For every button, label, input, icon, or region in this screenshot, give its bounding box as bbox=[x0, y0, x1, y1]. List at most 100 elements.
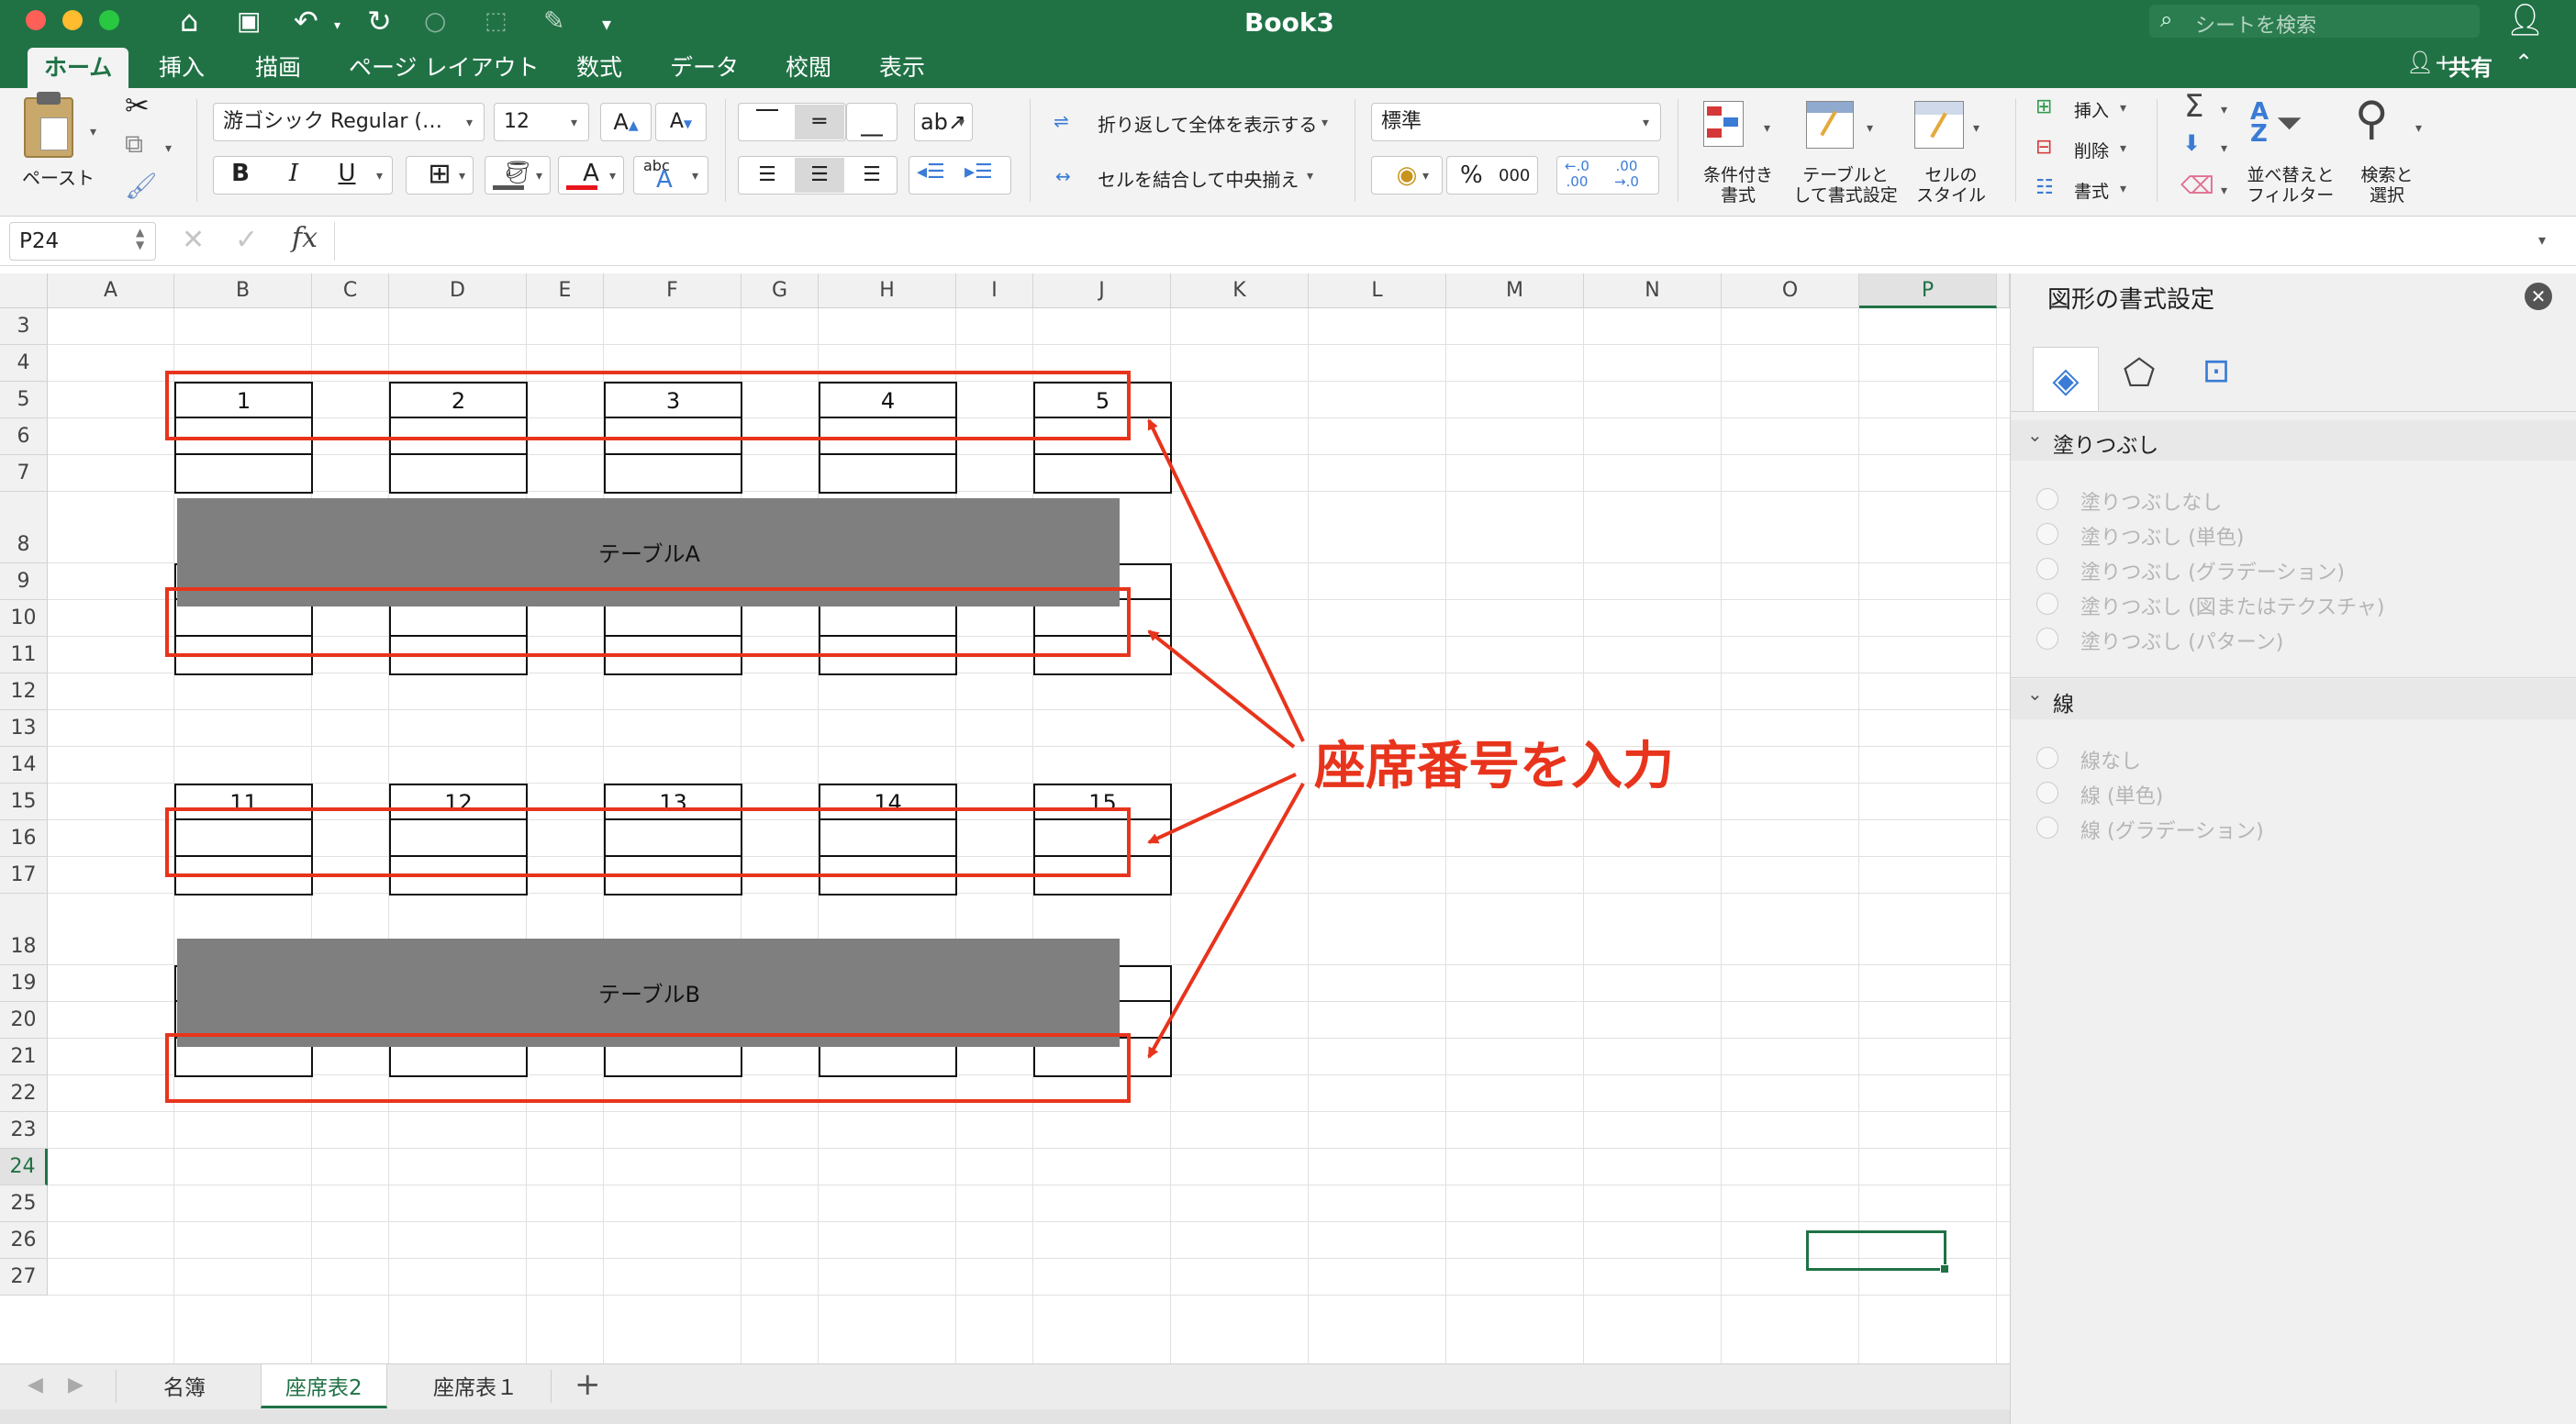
close-panel-button[interactable]: ✕ bbox=[2525, 283, 2552, 310]
undo-dropdown-icon[interactable]: ▾ bbox=[334, 7, 340, 44]
sort-filter-button[interactable]: 並べ替えと フィルター bbox=[2243, 165, 2338, 206]
shape-icon[interactable]: ○ bbox=[424, 3, 446, 39]
sheet-tab-meibo[interactable]: 名簿 bbox=[139, 1364, 229, 1408]
tab-page-layout[interactable]: ページ レイアウト bbox=[332, 48, 555, 88]
radio-button[interactable] bbox=[2036, 593, 2058, 615]
fill-section-header[interactable]: ⌄ 塗りつぶし bbox=[2011, 420, 2576, 461]
conditional-formatting-icon[interactable] bbox=[1703, 101, 1755, 152]
decrease-decimal-icon[interactable]: .00 →.0 bbox=[1614, 159, 1639, 190]
fill-handle[interactable] bbox=[1940, 1264, 1949, 1274]
decrease-indent-icon[interactable]: ◂☰ bbox=[917, 161, 945, 184]
name-box-stepper-icon[interactable]: ▲ ▼ bbox=[136, 226, 144, 251]
account-icon[interactable]: 👤︎ bbox=[2505, 2, 2545, 39]
formula-input[interactable] bbox=[349, 224, 2515, 261]
tab-home[interactable]: ホーム bbox=[28, 48, 129, 88]
radio-button[interactable] bbox=[2036, 817, 2058, 839]
share-label[interactable]: 共有 bbox=[2448, 50, 2492, 82]
option-label[interactable]: 線 (グラデーション) bbox=[2080, 815, 2264, 844]
tab-data[interactable]: データ bbox=[653, 48, 755, 88]
tab-draw[interactable]: 描画 bbox=[239, 48, 318, 88]
option-label[interactable]: 線 (単色) bbox=[2080, 780, 2163, 809]
underline-button[interactable]: U bbox=[327, 160, 367, 193]
name-box[interactable]: P24 bbox=[9, 222, 156, 261]
save-icon[interactable]: ▣ bbox=[237, 3, 261, 39]
option-label[interactable]: 塗りつぶしなし bbox=[2080, 486, 2222, 516]
accounting-format-button[interactable]: ◉ bbox=[1371, 156, 1443, 195]
insert-cells-button[interactable]: 挿入 bbox=[2074, 97, 2109, 122]
fill-icon[interactable]: ⬇ bbox=[2182, 130, 2201, 156]
radio-button[interactable] bbox=[2036, 747, 2058, 769]
confirm-entry-icon[interactable]: ✓ bbox=[235, 224, 258, 256]
merge-center-button[interactable]: セルを結合して中央揃え bbox=[1098, 165, 1299, 192]
align-bottom-button[interactable]: ⎽ bbox=[846, 103, 898, 141]
sheet-tab-zasekihyo-2[interactable]: 座席表2 bbox=[261, 1364, 387, 1408]
copy-dropdown-icon[interactable]: ▾ bbox=[165, 141, 172, 156]
close-window-button[interactable] bbox=[26, 10, 46, 30]
radio-button[interactable] bbox=[2036, 558, 2058, 580]
paste-label[interactable]: ペースト bbox=[22, 163, 95, 190]
expand-formula-bar-icon[interactable]: ▾ bbox=[2538, 231, 2546, 249]
font-name-select[interactable]: 游ゴシック Regular (… bbox=[213, 103, 485, 141]
tab-fill-line[interactable]: ◈ bbox=[2033, 347, 2099, 411]
filter-icon[interactable]: ⏷ bbox=[2276, 105, 2303, 143]
tab-review[interactable]: 校閲 bbox=[769, 48, 848, 88]
radio-button[interactable] bbox=[2036, 523, 2058, 545]
cut-icon[interactable]: ✂ bbox=[125, 88, 150, 123]
align-middle-button[interactable]: ═ bbox=[795, 105, 844, 139]
tab-size-properties[interactable]: ⊡ bbox=[2189, 352, 2244, 407]
increase-decimal-icon[interactable]: ←.0.00 bbox=[1565, 159, 1589, 190]
undo-icon[interactable]: ↶ bbox=[294, 3, 318, 39]
insert-function-icon[interactable]: fx bbox=[292, 222, 318, 254]
format-as-table-button[interactable]: テーブルと して書式設定 bbox=[1788, 165, 1903, 206]
decrease-font-button[interactable]: A▼ bbox=[655, 103, 707, 141]
copy-icon[interactable]: ⧉ bbox=[125, 128, 143, 160]
find-select-button[interactable]: 検索と 選択 bbox=[2355, 165, 2419, 206]
autosum-icon[interactable]: Σ bbox=[2184, 88, 2203, 125]
paste-icon[interactable] bbox=[24, 92, 73, 158]
minimize-window-button[interactable] bbox=[62, 10, 83, 30]
tab-formulas[interactable]: 数式 bbox=[560, 48, 639, 88]
clear-icon[interactable]: ⌫ bbox=[2180, 172, 2214, 200]
cell-styles-button[interactable]: セルの スタイル bbox=[1909, 165, 1993, 206]
sort-az-icon[interactable]: AZ bbox=[2250, 100, 2269, 146]
line-section-header[interactable]: ⌄ 線 bbox=[2011, 679, 2576, 719]
format-painter-icon[interactable]: 🖌︎ bbox=[125, 171, 158, 201]
format-cells-button[interactable]: 書式 bbox=[2074, 178, 2109, 203]
wrap-text-button[interactable]: 折り返して全体を表示する bbox=[1098, 110, 1317, 137]
italic-button[interactable]: I bbox=[273, 160, 314, 193]
option-label[interactable]: 塗りつぶし (パターン) bbox=[2080, 626, 2283, 655]
percent-button[interactable]: % bbox=[1460, 161, 1483, 189]
option-label[interactable]: 塗りつぶし (グラデーション) bbox=[2080, 556, 2345, 585]
underline-dropdown-icon[interactable]: ▾ bbox=[376, 169, 383, 184]
option-label[interactable]: 塗りつぶし (図またはテクスチャ) bbox=[2080, 591, 2385, 620]
delete-cells-button[interactable]: 削除 bbox=[2074, 138, 2109, 162]
collapse-ribbon-icon[interactable]: ⌃ bbox=[2515, 50, 2533, 75]
zoom-window-button[interactable] bbox=[99, 10, 119, 30]
prev-sheet-icon[interactable]: ◀ bbox=[28, 1374, 43, 1396]
align-left-button[interactable]: ☰ bbox=[745, 160, 789, 191]
customize-toolbar-icon[interactable]: ▾ bbox=[602, 6, 611, 42]
cell-styles-icon[interactable] bbox=[1914, 101, 1965, 149]
tab-effects[interactable]: ⬠ bbox=[2112, 352, 2167, 407]
radio-button[interactable] bbox=[2036, 488, 2058, 510]
sheet-tab-zasekihyo-1[interactable]: 座席表１ bbox=[409, 1364, 541, 1408]
increase-font-button[interactable]: A▲ bbox=[600, 103, 652, 141]
next-sheet-icon[interactable]: ▶ bbox=[68, 1374, 84, 1396]
paste-dropdown-icon[interactable]: ▾ bbox=[90, 125, 96, 139]
bold-button[interactable]: B bbox=[220, 160, 261, 193]
comma-style-button[interactable]: 000 bbox=[1499, 166, 1530, 185]
align-center-button[interactable]: ☰ bbox=[795, 158, 844, 193]
worksheet-grid[interactable]: ABCDEFGHIJKLMNOP 3 4 5 6 7 8 9 10 11 12 13 14 15 16 17… bbox=[0, 273, 2010, 1363]
option-label[interactable]: 塗りつぶし (単色) bbox=[2080, 521, 2244, 551]
find-icon[interactable]: ⚲ bbox=[2355, 92, 2389, 145]
tab-view[interactable]: 表示 bbox=[863, 48, 942, 88]
redo-icon[interactable]: ↻ bbox=[367, 3, 392, 39]
pen-icon[interactable]: ✎ bbox=[543, 3, 564, 39]
tab-insert[interactable]: 挿入 bbox=[142, 48, 221, 88]
selected-cell-p24[interactable] bbox=[1806, 1230, 1949, 1274]
cancel-entry-icon[interactable]: ✕ bbox=[182, 224, 205, 256]
align-top-button[interactable]: ⎺ bbox=[745, 106, 789, 136]
select-icon[interactable]: ⬚ bbox=[485, 3, 507, 39]
add-sheet-button[interactable]: + bbox=[574, 1366, 601, 1403]
conditional-formatting-button[interactable]: 条件付き 書式 bbox=[1703, 165, 1773, 206]
